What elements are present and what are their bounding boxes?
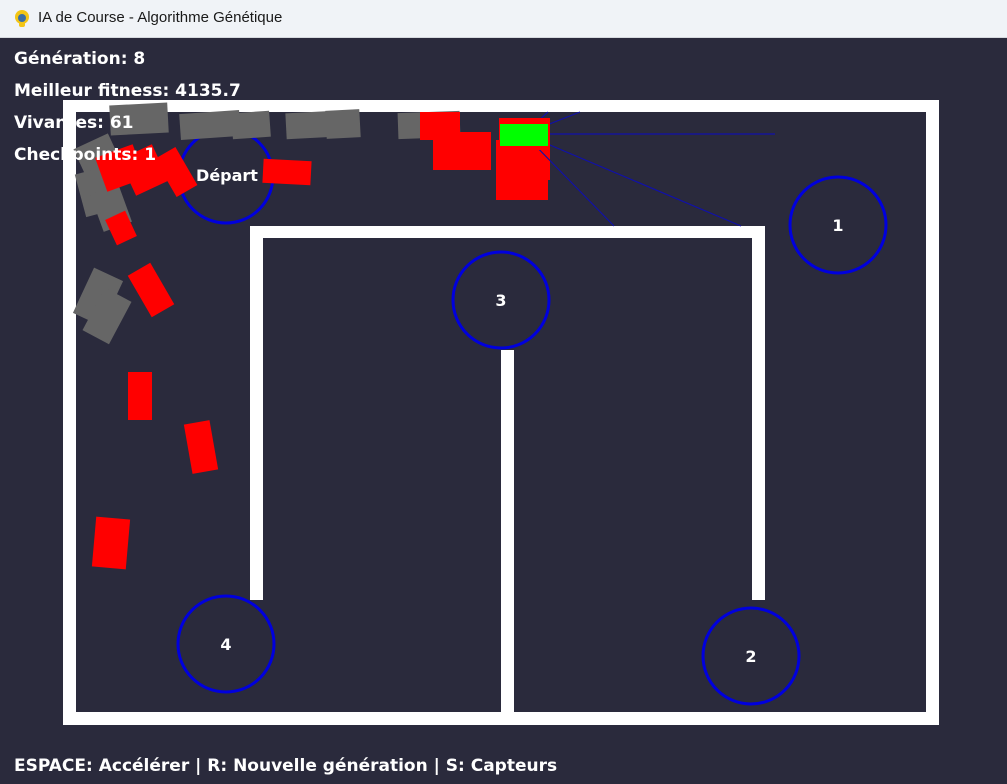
window-title: IA de Course - Algorithme Génétique [38, 9, 283, 26]
inner-wall-top [250, 226, 765, 238]
inner-wall-center [501, 350, 514, 714]
inner-wall-left [250, 226, 263, 600]
best-car [499, 118, 550, 150]
checkpoint-4-label: 4 [220, 635, 231, 654]
dead-car [231, 110, 271, 140]
alive-car [128, 372, 152, 420]
alive-car [127, 262, 175, 318]
checkpoint-1-label: 1 [832, 216, 843, 235]
hud-alive-count: Vivantes: 61 [14, 113, 134, 133]
checkpoint-3-label: 3 [495, 291, 506, 310]
outer-wall-top [63, 100, 939, 112]
dead-car [325, 109, 361, 139]
sensor-rays [523, 111, 775, 227]
alive-car [433, 132, 491, 170]
alive-car [91, 516, 131, 570]
outer-wall-right [926, 100, 939, 725]
alive-car [496, 160, 548, 200]
controls-help: ESPACE: Accélérer | R: Nouvelle générati… [14, 756, 558, 776]
hud-generation: Génération: 8 [14, 49, 146, 69]
outer-wall-left [63, 100, 76, 725]
dead-cars [72, 102, 461, 345]
start-label: Départ [196, 166, 258, 185]
alive-car [262, 158, 312, 186]
hud-best-fitness: Meilleur fitness: 4135.7 [14, 81, 241, 101]
alive-car [183, 420, 219, 474]
checkpoints [176, 127, 888, 706]
checkpoint-2-label: 2 [745, 647, 756, 666]
pygame-snake-icon [15, 10, 29, 27]
window-titlebar: IA de Course - Algorithme Génétique [0, 0, 1007, 38]
inner-wall-right [752, 226, 765, 600]
alive-cars [91, 112, 550, 570]
hud-checkpoints: Checkpoints: 1 [14, 145, 157, 165]
